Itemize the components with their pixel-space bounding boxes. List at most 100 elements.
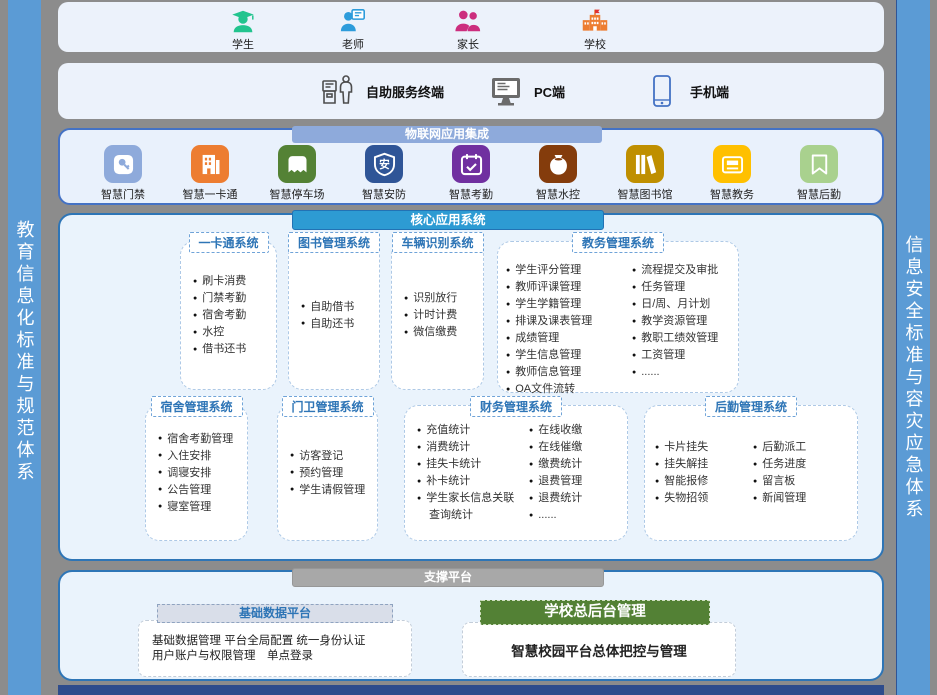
feature-item: 水控 [193,324,276,341]
feature-item: 充值统计 [417,422,517,439]
system-title: 一卡通系统 [188,232,268,253]
system-title: 图书管理系统 [288,232,380,253]
user-role-label: 家长 [457,36,479,52]
system-box-dorm: 宿舍管理系统 宿舍考勤管理入住安排调寝安排公告管理寝室管理 [145,405,248,541]
feature-item: 宿舍考勤管理 [158,431,247,448]
support-platform-panel: 支撑平台 基础数据平台 基础数据管理 平台全局配置 统一身份认证 用户账户与权限… [58,570,884,681]
iot-tile-item: 智慧一卡通 [173,145,247,202]
right-standards-bar: 信息安全标准与容灾应急体系 [896,0,930,695]
feature-list: 后勤派工任务进度留言板新闻管理 [743,439,806,507]
iot-tile-item: 智慧门禁 [86,145,160,202]
feature-item: 后勤派工 [753,439,806,456]
feature-item: 计时计费 [404,307,483,324]
feature-item: 教职工绩效管理 [632,330,718,347]
iot-tile-item: 智慧图书馆 [608,145,682,202]
iot-tile-item: 智慧水控 [521,145,595,202]
terminal-item: PC端 [488,73,565,109]
iot-tile-label: 智慧图书馆 [618,186,673,202]
feature-item: 挂失卡统计 [417,456,517,473]
iot-section-title: 物联网应用集成 [292,126,602,143]
feature-list: 识别放行计时计费微信缴费 [392,290,483,341]
feature-item: 教师信息管理 [506,364,624,381]
system-box-library: 图书管理系统 自助借书自助还书 [288,241,380,390]
feature-list: 在线收缴在线催缴缴费统计退费管理退费统计...... [517,422,582,524]
feature-item: 在线收缴 [529,422,582,439]
feature-item: 公告管理 [158,482,247,499]
feature-columns: 卡片挂失挂失解挂智能报修失物招领 后勤派工任务进度留言板新闻管理 [645,439,857,507]
terminal-label: 自助服务终端 [366,82,444,101]
terminal-item: 自助服务终端 [320,73,444,109]
feature-item: 日/周、月计划 [632,296,718,313]
iot-tile-label: 智慧教务 [710,186,754,202]
feature-item: 教师评课管理 [506,279,624,296]
system-box-vehicle: 车辆识别系统 识别放行计时计费微信缴费 [391,241,484,390]
iot-tile-item: 智慧教务 [695,145,769,202]
iot-tile-item: 智慧停车场 [260,145,334,202]
core-section-title: 核心应用系统 [292,210,604,230]
feature-item: 卡片挂失 [655,439,743,456]
feature-item: 宿舍考勤 [193,307,276,324]
feature-item: 自助还书 [301,316,379,333]
school-admin-desc: 智慧校园平台总体把控与管理 [511,640,687,660]
feature-item: 教学资源管理 [632,313,718,330]
feature-item: 门禁考勤 [193,290,276,307]
onecard-icon [191,145,229,183]
phone-icon [644,73,680,109]
security-shield-icon: 安 [365,145,403,183]
feature-item: 调寝安排 [158,465,247,482]
feature-item: 成绩管理 [506,330,624,347]
kiosk-icon [320,73,356,109]
teacher-icon [339,7,367,35]
base-platform-line1: 基础数据管理 平台全局配置 统一身份认证 [152,634,411,649]
feature-item: 自助借书 [301,299,379,316]
left-standards-label: 教育信息化标准与规范体系 [12,220,38,484]
feature-item: 退费统计 [529,490,582,507]
left-standards-bar: 教育信息化标准与规范体系 [8,0,41,695]
access-control-icon [104,145,142,183]
feature-list: 卡片挂失挂失解挂智能报修失物招领 [645,439,743,507]
system-title: 财务管理系统 [470,396,562,417]
feature-item: 退费管理 [529,473,582,490]
feature-item: 学生信息管理 [506,347,624,364]
system-title: 教务管理系统 [572,232,664,253]
feature-item: 排课及课表管理 [506,313,624,330]
feature-item: 访客登记 [290,448,377,465]
feature-list: 自助借书自助还书 [289,299,379,333]
iot-tile-item: 智慧后勤 [782,145,856,202]
user-role-label: 学校 [584,36,606,52]
logistics-bookmark-icon [800,145,838,183]
attendance-calendar-icon [452,145,490,183]
feature-list: 充值统计消费统计挂失卡统计补卡统计学生家长信息关联查询统计 [405,422,517,524]
feature-item: ...... [529,507,582,524]
feature-item: 刷卡消费 [193,273,276,290]
pc-icon [488,73,524,109]
feature-item: 借书还书 [193,341,276,358]
svg-text:安: 安 [379,157,390,170]
user-role-item: 学生 [208,7,278,52]
feature-item: 识别放行 [404,290,483,307]
feature-item: 挂失解挂 [655,456,743,473]
iot-tile-label: 智慧门禁 [101,186,145,202]
system-box-academic: 教务管理系统 学生评分管理教师评课管理学生学籍管理排课及课表管理成绩管理学生信息… [497,241,739,393]
system-title: 宿舍管理系统 [150,396,242,417]
terminals-panel: 自助服务终端 PC端 手机端 [58,63,884,119]
bottom-strip [58,685,884,695]
user-role-label: 老师 [342,36,364,52]
school-icon [581,7,609,35]
feature-list: 流程提交及审批任务管理日/周、月计划教学资源管理教职工绩效管理工资管理.....… [624,262,718,398]
academic-affairs-icon [713,145,751,183]
base-data-platform-title: 基础数据平台 [157,604,393,623]
feature-item: 预约管理 [290,465,377,482]
feature-item: 流程提交及审批 [632,262,718,279]
iot-tile-label: 智慧停车场 [270,186,325,202]
student-icon [229,7,257,35]
right-standards-label: 信息安全标准与容灾应急体系 [901,235,927,521]
parking-icon [278,145,316,183]
water-control-icon [539,145,577,183]
feature-item: ...... [632,364,718,381]
iot-tile-row: 智慧门禁 智慧一卡通 智慧停车场 安 智慧安防 [86,145,856,202]
user-role-item: 家长 [433,7,503,52]
user-roles-panel: 学生 老师 家长 学校 [58,2,884,52]
user-role-item: 学校 [560,7,630,52]
feature-item: 任务进度 [753,456,806,473]
